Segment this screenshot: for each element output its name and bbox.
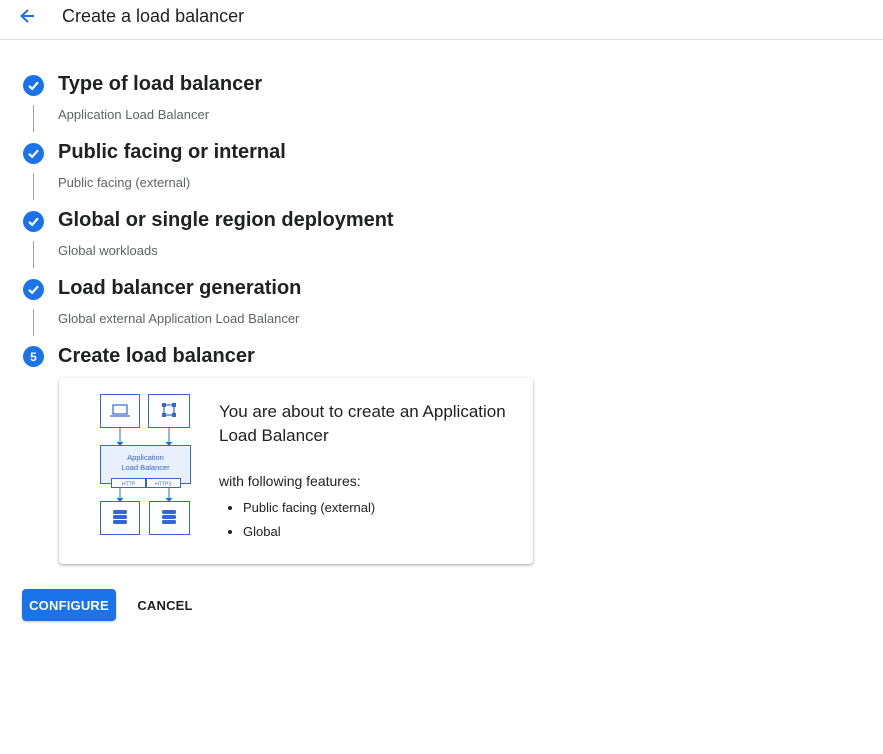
feature-item: Global <box>219 524 375 548</box>
check-circle-icon <box>23 143 44 164</box>
page-header: Create a load balancer <box>0 0 883 40</box>
step-title: Type of load balancer <box>58 73 263 95</box>
configure-button[interactable]: CONFIGURE <box>22 589 116 621</box>
database-icon <box>162 510 176 524</box>
cancel-button[interactable]: CANCEL <box>130 589 200 621</box>
feature-list: Public facing (external) Global <box>219 500 375 548</box>
diagram-lb-label: Load Balancer <box>121 463 170 472</box>
step-title: Create load balancer <box>58 345 255 367</box>
step-number: 5 <box>30 349 37 364</box>
step-title: Global or single region deployment <box>58 209 394 231</box>
step-value: Global workloads <box>58 243 158 258</box>
back-button[interactable] <box>14 4 40 30</box>
step-number-badge: 5 <box>23 346 44 367</box>
summary-card: Application Load Balancer HTTP HTTPS You… <box>59 378 533 564</box>
step-title: Load balancer generation <box>58 277 302 299</box>
step-value: Global external Application Load Balance… <box>58 311 300 326</box>
summary-subheading: with following features: <box>219 473 361 489</box>
step-title: Public facing or internal <box>58 141 286 163</box>
page-title: Create a load balancer <box>62 6 245 26</box>
step-connector <box>33 173 34 200</box>
arrow-back-icon <box>20 9 34 23</box>
diagram-protocol-label: HTTPS <box>155 482 172 488</box>
laptop-icon <box>110 404 130 417</box>
step-value: Public facing (external) <box>58 175 191 190</box>
step-connector <box>33 105 34 132</box>
check-circle-icon <box>23 279 44 300</box>
step-connector <box>33 309 34 336</box>
step-value: Application Load Balancer <box>58 107 210 122</box>
load-balancer-diagram: Application Load Balancer HTTP HTTPS <box>100 394 191 535</box>
diagram-lb-label: Application <box>127 453 164 462</box>
summary-heading: You are about to create an Application L… <box>219 402 506 445</box>
step-connector <box>33 241 34 268</box>
diagram-protocol-label: HTTP <box>122 482 136 488</box>
database-icon <box>113 510 127 524</box>
check-circle-icon <box>23 75 44 96</box>
feature-item: Public facing (external) <box>219 500 375 524</box>
network-icon <box>162 403 176 417</box>
check-circle-icon <box>23 211 44 232</box>
